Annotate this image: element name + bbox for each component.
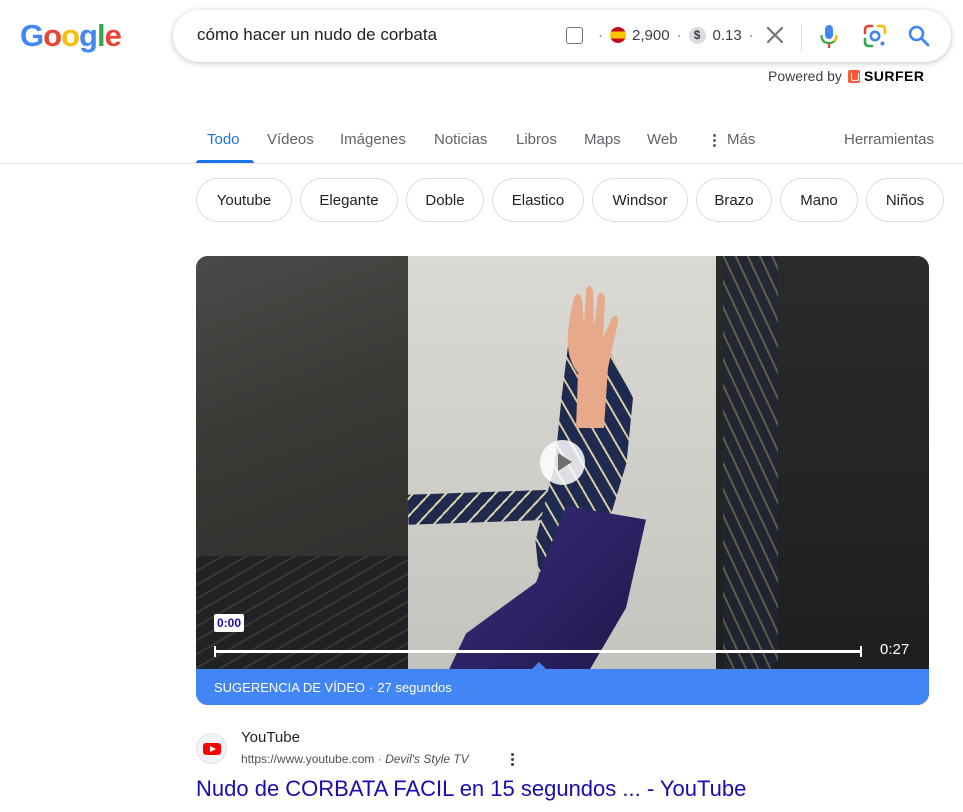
keyword-metrics: · 2,900 · $ 0.13 · xyxy=(566,24,761,46)
video-frame-tie-detail xyxy=(723,256,778,669)
active-tab-indicator xyxy=(196,160,254,163)
tab-imagenes[interactable]: Imágenes xyxy=(340,131,406,148)
search-tabs: Todo Vídeos Imágenes Noticias Libros Map… xyxy=(0,120,963,164)
logo-letter: o xyxy=(61,18,80,53)
suggestion-length: 27 segundos xyxy=(377,679,452,695)
chip-elegante[interactable]: Elegante xyxy=(300,178,398,222)
tab-mas[interactable]: Más xyxy=(727,131,755,148)
separator: · xyxy=(676,26,682,44)
chip-windsor[interactable]: Windsor xyxy=(592,178,688,222)
search-volume: 2,900 xyxy=(632,26,670,44)
cpc-value: 0.13 xyxy=(712,26,742,44)
separator: · xyxy=(377,752,382,766)
progress-start-tick xyxy=(214,646,216,657)
google-logo[interactable]: Google xyxy=(20,18,122,54)
close-icon[interactable] xyxy=(763,23,787,47)
spain-flag-icon xyxy=(610,27,626,43)
suggestion-label: SUGERENCIA DE VÍDEO xyxy=(214,679,365,695)
chip-brazo[interactable]: Brazo xyxy=(696,178,772,222)
logo-letter: o xyxy=(43,18,62,53)
result-url[interactable]: https://www.youtube.com · Devil's Style … xyxy=(241,752,469,766)
result-url-domain: https://www.youtube.com xyxy=(241,752,375,766)
play-button[interactable] xyxy=(540,440,585,485)
video-suggestion-bar: SUGERENCIA DE VÍDEO · 27 segundos xyxy=(196,669,929,705)
current-time: 0:00 xyxy=(214,614,245,632)
youtube-icon[interactable] xyxy=(196,733,227,764)
progress-end-tick xyxy=(860,646,862,657)
chip-elastico[interactable]: Elastico xyxy=(492,178,584,222)
logo-letter: g xyxy=(79,18,98,53)
result-title-link[interactable]: Nudo de CORBATA FACIL en 15 segundos ...… xyxy=(196,776,746,802)
more-options-icon[interactable] xyxy=(511,753,515,767)
video-progress-bar[interactable] xyxy=(214,646,862,657)
logo-letter: G xyxy=(20,18,44,53)
chip-mano[interactable]: Mano xyxy=(780,178,858,222)
tab-videos[interactable]: Vídeos xyxy=(267,131,314,148)
suggest-caret xyxy=(532,662,546,669)
tab-noticias[interactable]: Noticias xyxy=(434,131,487,148)
surfer-brand: SURFER xyxy=(863,68,925,84)
result-channel: Devil's Style TV xyxy=(385,752,469,766)
chip-youtube[interactable]: Youtube xyxy=(196,178,292,222)
tab-todo[interactable]: Todo xyxy=(207,131,240,148)
hand-graphic xyxy=(567,286,618,428)
surfer-logo-icon xyxy=(847,69,860,83)
more-vert-icon xyxy=(713,134,717,148)
search-input[interactable]: cómo hacer un nudo de corbata xyxy=(197,25,437,45)
tab-web[interactable]: Web xyxy=(647,131,678,148)
powered-by-label: Powered by xyxy=(768,68,842,84)
video-duration: 0:27 xyxy=(880,641,910,658)
chip-ninos[interactable]: Niños xyxy=(866,178,944,222)
search-box[interactable]: cómo hacer un nudo de corbata · 2,900 · … xyxy=(173,10,951,62)
tools-button[interactable]: Herramientas xyxy=(844,131,934,148)
tab-maps[interactable]: Maps xyxy=(584,131,621,148)
keyword-checkbox[interactable] xyxy=(566,26,583,44)
logo-letter: l xyxy=(96,18,106,53)
powered-by-surfer[interactable]: Powered by SURFER xyxy=(768,68,925,84)
separator: · xyxy=(598,26,603,44)
search-icon[interactable] xyxy=(905,22,933,50)
chip-doble[interactable]: Doble xyxy=(406,178,484,222)
microphone-icon[interactable] xyxy=(816,22,842,50)
tab-libros[interactable]: Libros xyxy=(516,131,557,148)
search-divider xyxy=(801,24,802,52)
video-player[interactable]: 0:00 0:27 SUGERENCIA DE VÍDEO · 27 segun… xyxy=(196,256,929,705)
google-lens-icon[interactable] xyxy=(861,22,889,50)
result-site-name[interactable]: YouTube xyxy=(241,729,300,746)
logo-letter: e xyxy=(104,18,122,53)
dollar-icon: $ xyxy=(688,26,706,44)
separator: · xyxy=(368,679,374,695)
separator: · xyxy=(748,26,754,44)
